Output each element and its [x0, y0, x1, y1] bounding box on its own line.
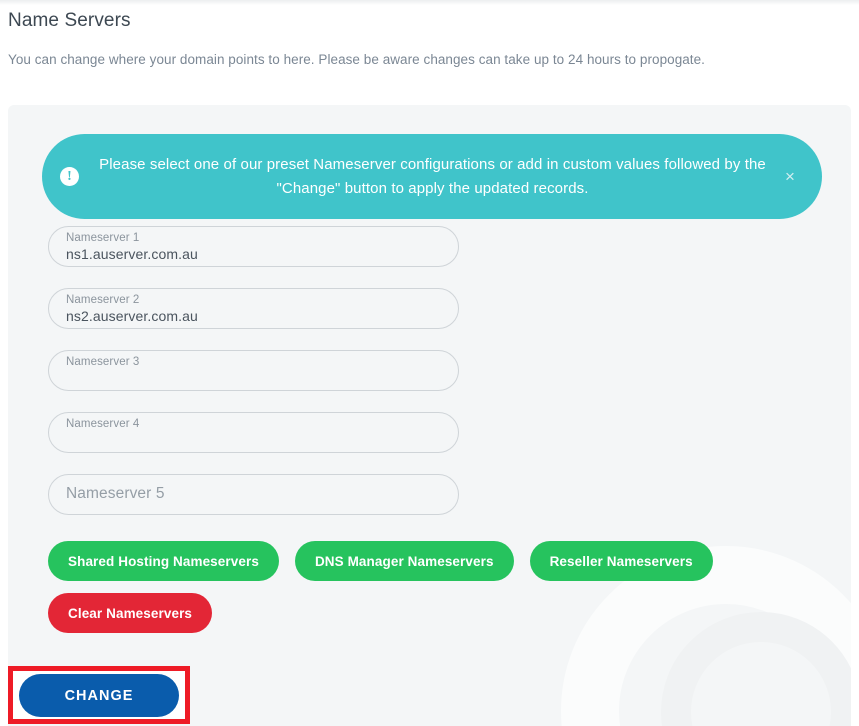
- shared-hosting-nameservers-button[interactable]: Shared Hosting Nameservers: [48, 541, 279, 581]
- decorative-circle-watermark-secondary: [661, 612, 851, 726]
- preset-nameserver-buttons: Shared Hosting Nameservers DNS Manager N…: [48, 541, 788, 581]
- nameserver-2-field[interactable]: Nameserver 2 ns2.auserver.com.au: [48, 288, 459, 329]
- nameserver-4-field[interactable]: Nameserver 4: [48, 412, 459, 453]
- exclamation-circle-icon: !: [60, 167, 79, 186]
- reseller-nameservers-button[interactable]: Reseller Nameservers: [529, 541, 713, 581]
- dns-manager-nameservers-button[interactable]: DNS Manager Nameservers: [294, 541, 514, 581]
- close-icon[interactable]: ×: [780, 167, 800, 187]
- page-header: Name Servers You can change where your d…: [0, 5, 859, 105]
- page-title: Name Servers: [8, 10, 131, 31]
- info-alert-banner: ! Please select one of our preset Namese…: [42, 134, 822, 219]
- nameserver-5-placeholder: Nameserver 5: [66, 485, 165, 502]
- nameserver-1-field[interactable]: Nameserver 1 ns1.auserver.com.au: [48, 226, 459, 267]
- nameserver-3-label: Nameserver 3: [66, 356, 140, 368]
- nameservers-card: ! Please select one of our preset Namese…: [8, 105, 851, 726]
- nameserver-5-field[interactable]: Nameserver 5: [48, 474, 459, 515]
- nameserver-1-label: Nameserver 1: [66, 232, 140, 244]
- nameserver-2-value: ns2.auserver.com.au: [66, 308, 198, 324]
- nameserver-3-field[interactable]: Nameserver 3: [48, 350, 459, 391]
- alert-message: Please select one of our preset Nameserv…: [99, 155, 766, 197]
- change-button[interactable]: CHANGE: [19, 674, 179, 717]
- nameserver-1-value: ns1.auserver.com.au: [66, 246, 198, 262]
- page-subtitle: You can change where your domain points …: [8, 52, 705, 67]
- nameserver-2-label: Nameserver 2: [66, 294, 140, 306]
- nameserver-4-label: Nameserver 4: [66, 418, 140, 430]
- clear-nameservers-button[interactable]: Clear Nameservers: [48, 593, 213, 633]
- clear-nameservers-row: Clear Nameservers: [48, 593, 213, 633]
